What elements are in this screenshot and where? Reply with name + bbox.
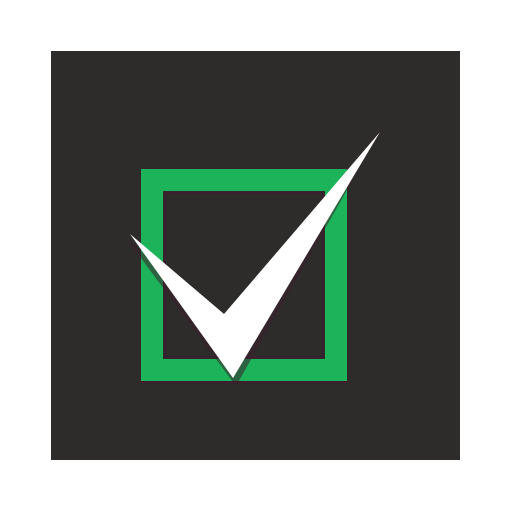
icon-canvas [0, 0, 512, 512]
checked-checkbox-icon [126, 128, 382, 386]
